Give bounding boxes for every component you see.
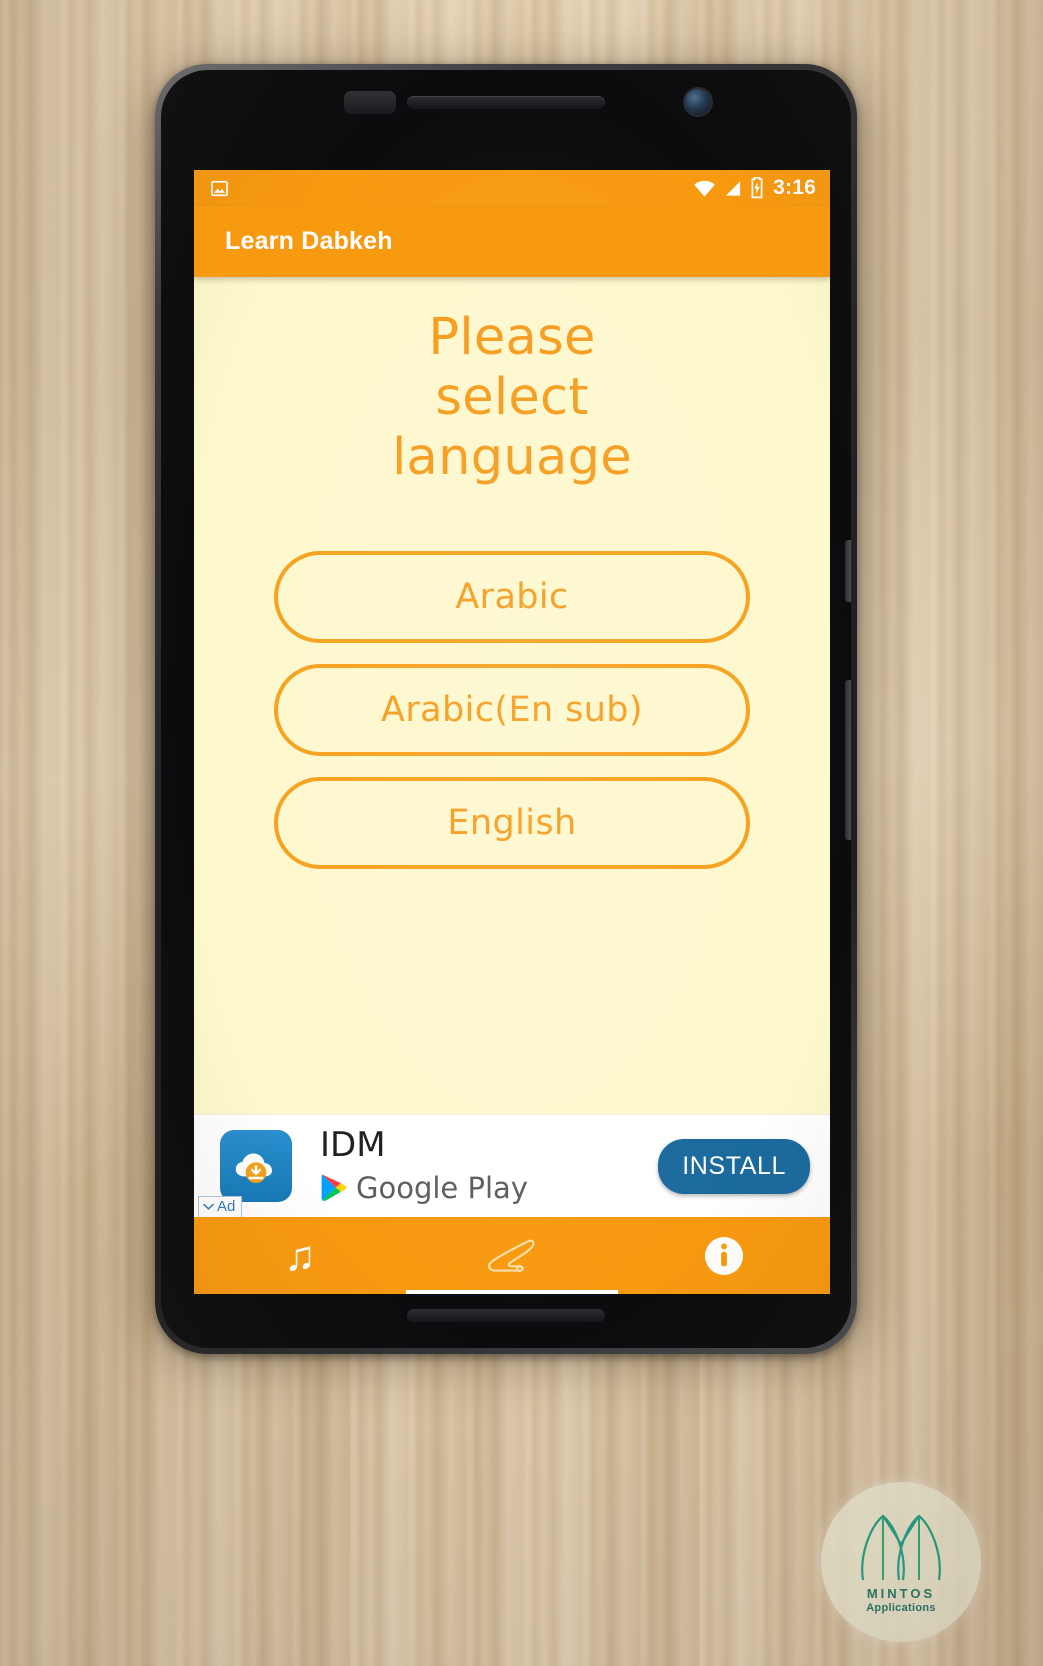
- wifi-icon: [694, 180, 715, 197]
- watermark-badge: MINTOS Applications: [821, 1482, 981, 1642]
- language-button-label: English: [447, 802, 577, 843]
- speaker-grille-icon: [344, 91, 396, 114]
- signal-icon: [726, 180, 741, 196]
- image-icon: [211, 180, 228, 196]
- ad-text-block: IDM Google Play: [320, 1128, 528, 1205]
- ad-store-row: Google Play: [320, 1171, 528, 1205]
- language-button-label: Arabic(En sub): [381, 689, 643, 730]
- page-title: Learn Dabkeh: [225, 227, 393, 255]
- ad-store-name: Google Play: [356, 1170, 528, 1205]
- google-play-icon: [321, 1174, 347, 1201]
- status-bar-clock: 3:16: [773, 176, 816, 199]
- phone-device: 3:16 Learn Dabkeh Please select language…: [155, 64, 857, 1354]
- mintos-logo-icon: [861, 1514, 941, 1581]
- language-button-english[interactable]: English: [274, 776, 750, 869]
- nav-selected-indicator: [405, 1290, 618, 1294]
- main-content: Please select language Arabic Arabic(En …: [194, 277, 830, 1114]
- front-camera-icon: [685, 89, 711, 115]
- language-button-arabic[interactable]: Arabic: [274, 550, 750, 643]
- power-button[interactable]: [845, 540, 851, 602]
- language-button-arabic-en-sub[interactable]: Arabic(En sub): [274, 663, 750, 756]
- nav-item-dance[interactable]: [406, 1217, 618, 1294]
- language-button-label: Arabic: [455, 576, 569, 617]
- ad-disclosure-badge[interactable]: Ad: [198, 1196, 243, 1219]
- app-bar: Learn Dabkeh: [194, 206, 830, 277]
- nav-item-info[interactable]: [618, 1217, 830, 1294]
- phone-bezel: 3:16 Learn Dabkeh Please select language…: [161, 70, 851, 1348]
- phone-screen: 3:16 Learn Dabkeh Please select language…: [194, 170, 830, 1294]
- bottom-navigation: ♫: [194, 1217, 830, 1294]
- bottom-speaker-icon: [407, 1309, 605, 1322]
- ad-banner[interactable]: IDM Google Play INSTALL Ad: [194, 1114, 830, 1219]
- status-bar-right: 3:16: [693, 176, 816, 200]
- ad-badge-label: Ad: [217, 1198, 236, 1215]
- earpiece-speaker-icon: [407, 96, 605, 109]
- idm-download-cloud-icon: [220, 1130, 292, 1202]
- ad-app-name: IDM: [320, 1124, 386, 1165]
- cloud-download-glyph: [235, 1153, 272, 1184]
- chevron-down-icon: [203, 1203, 214, 1210]
- dabkeh-shoe-icon: [487, 1239, 535, 1272]
- music-note-icon: ♫: [284, 1231, 316, 1279]
- language-options-list: Arabic Arabic(En sub) English: [194, 550, 830, 869]
- watermark-subtitle: Applications: [866, 1602, 936, 1614]
- volume-button[interactable]: [845, 680, 851, 840]
- desk-background: 3:16 Learn Dabkeh Please select language…: [0, 0, 1043, 1666]
- info-circle-icon: [705, 1236, 743, 1275]
- install-button[interactable]: INSTALL: [658, 1138, 810, 1194]
- select-language-prompt: Please select language: [392, 308, 632, 488]
- status-bar: 3:16: [194, 170, 830, 206]
- nav-item-music[interactable]: ♫: [194, 1217, 406, 1294]
- status-bar-left: [210, 179, 229, 198]
- watermark-name: MINTOS: [866, 1586, 936, 1601]
- battery-charging-icon: [751, 177, 763, 199]
